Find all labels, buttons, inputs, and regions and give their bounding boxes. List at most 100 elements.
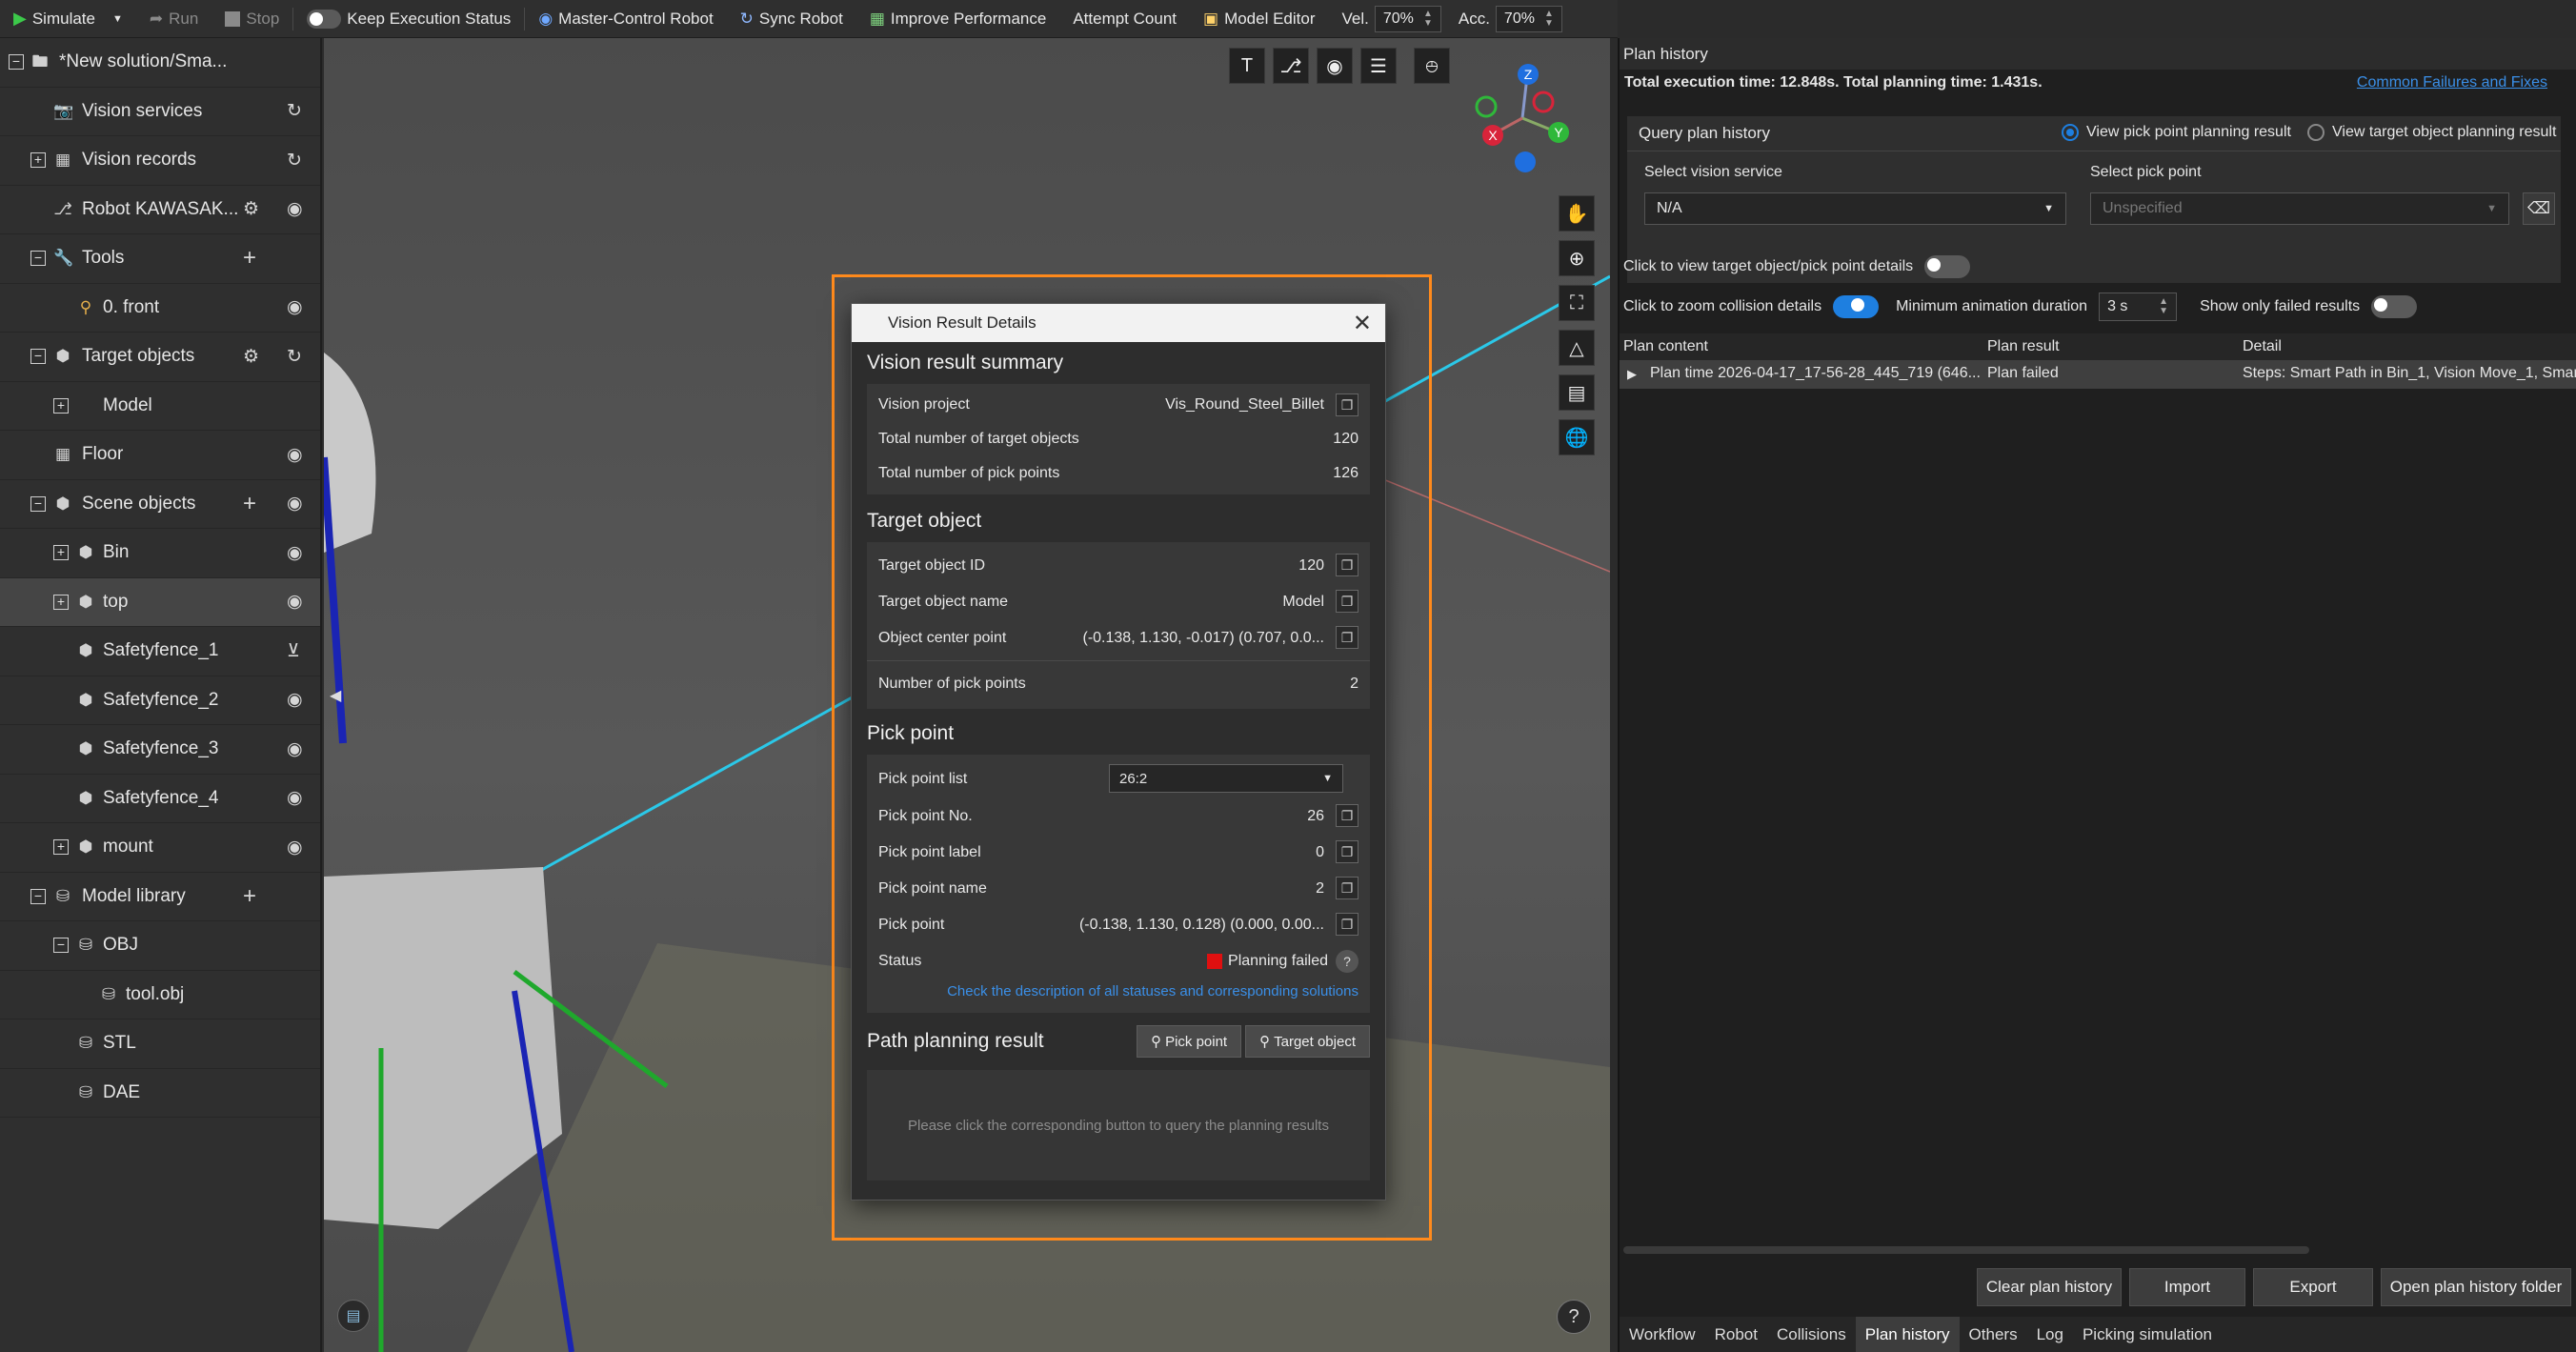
keep-status-toggle[interactable]: Keep Execution Status xyxy=(293,0,524,38)
record-icon[interactable]: ▤ xyxy=(337,1300,370,1332)
tab-robot[interactable]: Robot xyxy=(1705,1317,1767,1352)
show-failed-switch[interactable] xyxy=(2371,295,2418,318)
radio-unselected-icon[interactable] xyxy=(2307,124,2324,141)
view-details-switch[interactable] xyxy=(1924,255,1971,278)
spin-arrows-icon[interactable]: ▲ ▼ xyxy=(1544,9,1554,29)
velocity-spinbox[interactable]: 70% ▲ ▼ xyxy=(1374,5,1441,32)
panel-icon[interactable]: ▤ xyxy=(1559,374,1595,411)
copy-icon[interactable]: ❐ xyxy=(1336,804,1358,827)
copy-icon[interactable]: ❐ xyxy=(1336,913,1358,936)
eye-icon[interactable]: ◉ xyxy=(287,542,303,564)
expand-icon[interactable]: + xyxy=(53,839,69,856)
refresh-icon[interactable]: ↻ xyxy=(287,346,302,368)
help-icon[interactable]: ? xyxy=(1336,950,1358,973)
perspective-icon[interactable]: △ xyxy=(1559,330,1595,366)
tab-plan-history[interactable]: Plan history xyxy=(1855,1317,1960,1352)
common-failures-link[interactable]: Common Failures and Fixes xyxy=(2357,74,2547,91)
settings-icon[interactable]: ⚙ xyxy=(243,346,259,368)
copy-icon[interactable]: ❐ xyxy=(1336,626,1358,649)
keep-status-switch[interactable] xyxy=(307,9,342,29)
query-target-object-button[interactable]: ⚲ Target object xyxy=(1245,1025,1370,1058)
eye-icon[interactable]: ◉ xyxy=(287,591,303,613)
refresh-icon[interactable]: ↻ xyxy=(287,150,302,172)
tree-item-target-objects[interactable]: − ⬢ Target objects ⚙ ↻ xyxy=(0,333,320,382)
add-icon[interactable]: + xyxy=(243,245,256,272)
expand-icon[interactable]: + xyxy=(53,594,69,610)
tree-item-vision-services[interactable]: 📷 Vision services ↻ xyxy=(0,88,320,136)
chevron-down-icon[interactable]: ▼ xyxy=(112,13,123,25)
eye-icon[interactable]: ◉ xyxy=(287,787,303,809)
refresh-icon[interactable]: ↻ xyxy=(287,100,302,122)
robot-view-icon[interactable]: ⎇ xyxy=(1273,48,1309,84)
expand-icon[interactable]: + xyxy=(53,397,69,414)
close-icon[interactable]: ✕ xyxy=(1353,310,1372,337)
collapse-icon[interactable]: − xyxy=(30,495,46,512)
collapse-icon[interactable]: − xyxy=(9,54,24,71)
globe-icon[interactable]: 🌐 xyxy=(1559,419,1595,455)
tree-item-safetyfence-2[interactable]: ⬢ Safetyfence_2 ◉ xyxy=(0,676,320,725)
table-row[interactable]: ▶ Plan time 2026-04-17_17-56-28_445_719 … xyxy=(1620,360,2576,389)
expand-icon[interactable]: + xyxy=(30,152,46,169)
eye-icon[interactable]: ◉ xyxy=(287,689,303,711)
text-tool-icon[interactable]: T xyxy=(1229,48,1265,84)
vision-service-select[interactable]: N/A ▼ xyxy=(1644,192,2066,225)
spin-arrows-icon[interactable]: ▲ ▼ xyxy=(2159,297,2168,316)
min-animation-spinbox[interactable]: 3 s ▲ ▼ xyxy=(2099,293,2178,321)
attempt-count-button[interactable]: Attempt Count xyxy=(1059,0,1190,38)
eye-closed-icon[interactable]: ⊻ xyxy=(287,640,300,662)
fit-view-icon[interactable]: ⛶ xyxy=(1559,285,1595,321)
acceleration-spinbox[interactable]: 70% ▲ ▼ xyxy=(1495,5,1562,32)
collapse-icon[interactable]: − xyxy=(30,888,46,904)
eye-icon[interactable]: ◉ xyxy=(287,837,303,858)
copy-icon[interactable]: ❐ xyxy=(1336,393,1358,416)
import-button[interactable]: Import xyxy=(2129,1268,2245,1306)
run-button[interactable]: ➦ Run xyxy=(136,0,211,38)
dialog-titlebar[interactable]: Vision Result Details ✕ xyxy=(852,304,1385,342)
tree-item-model-library[interactable]: − ⛁ Model library + xyxy=(0,873,320,921)
copy-icon[interactable]: ❐ xyxy=(1336,554,1358,576)
help-icon[interactable]: ? xyxy=(1557,1300,1591,1334)
collapse-icon[interactable]: − xyxy=(53,938,69,954)
query-pick-point-button[interactable]: ⚲ Pick point xyxy=(1137,1025,1242,1058)
collapse-left-icon[interactable]: ◀ xyxy=(330,686,341,705)
status-description-link[interactable]: Check the description of all statuses an… xyxy=(867,979,1370,1007)
tree-item-tools[interactable]: − 🔧 Tools + xyxy=(0,234,320,284)
eye-icon[interactable]: ◉ xyxy=(287,493,303,515)
stop-button[interactable]: Stop xyxy=(211,0,292,38)
eye-icon[interactable]: ◉ xyxy=(1317,48,1353,84)
tree-item-safetyfence-3[interactable]: ⬢ Safetyfence_3 ◉ xyxy=(0,725,320,775)
tree-item-safetyfence-1[interactable]: ⬢ Safetyfence_1 ⊻ xyxy=(0,627,320,676)
tree-item-safetyfence-4[interactable]: ⬢ Safetyfence_4 ◉ xyxy=(0,775,320,823)
sync-robot-button[interactable]: ↻ Sync Robot xyxy=(727,0,856,38)
open-plan-history-folder-button[interactable]: Open plan history folder xyxy=(2381,1268,2571,1306)
path-tool-icon[interactable]: ⦺ xyxy=(1414,48,1450,84)
tree-item-mount[interactable]: + ⬢ mount ◉ xyxy=(0,823,320,873)
tree-item-vision-records[interactable]: + ▦ Vision records ↻ xyxy=(0,136,320,186)
zoom-collision-switch[interactable] xyxy=(1833,295,1880,318)
horizontal-scrollbar[interactable] xyxy=(1623,1246,2309,1254)
clear-plan-history-button[interactable]: Clear plan history xyxy=(1977,1268,2122,1306)
tree-item-stl[interactable]: ⛁ STL xyxy=(0,1019,320,1069)
radio-pick-point[interactable]: View pick point planning result xyxy=(2062,124,2291,141)
tree-item-scene-objects[interactable]: − ⬢ Scene objects + ◉ xyxy=(0,480,320,529)
copy-icon[interactable]: ❐ xyxy=(1336,840,1358,863)
master-control-button[interactable]: ◉ Master-Control Robot xyxy=(525,0,726,38)
tree-item-top[interactable]: + ⬢ top ◉ xyxy=(0,577,320,627)
tab-workflow[interactable]: Workflow xyxy=(1620,1317,1705,1352)
copy-icon[interactable]: ❐ xyxy=(1336,590,1358,613)
collapse-icon[interactable]: − xyxy=(30,251,46,267)
radio-target-object[interactable]: View target object planning result xyxy=(2307,124,2556,141)
improve-performance-button[interactable]: ▦ Improve Performance xyxy=(856,0,1060,38)
radio-selected-icon[interactable] xyxy=(2062,124,2079,141)
settings-icon[interactable]: ⚙ xyxy=(243,198,259,220)
tree-root[interactable]: − 🖿 *New solution/Sma... xyxy=(0,38,320,88)
expand-row-icon[interactable]: ▶ xyxy=(1627,367,1637,382)
add-icon[interactable]: + xyxy=(243,491,256,517)
collapse-icon[interactable]: − xyxy=(30,349,46,365)
pick-list-select[interactable]: 26:2 ▼ xyxy=(1109,764,1343,793)
eye-icon[interactable]: ◉ xyxy=(287,198,303,220)
expand-icon[interactable]: + xyxy=(53,545,69,561)
axis-gizmo[interactable]: Z Y X xyxy=(1470,59,1575,183)
tab-others[interactable]: Others xyxy=(1960,1317,2027,1352)
hand-pan-icon[interactable]: ✋ xyxy=(1559,195,1595,232)
